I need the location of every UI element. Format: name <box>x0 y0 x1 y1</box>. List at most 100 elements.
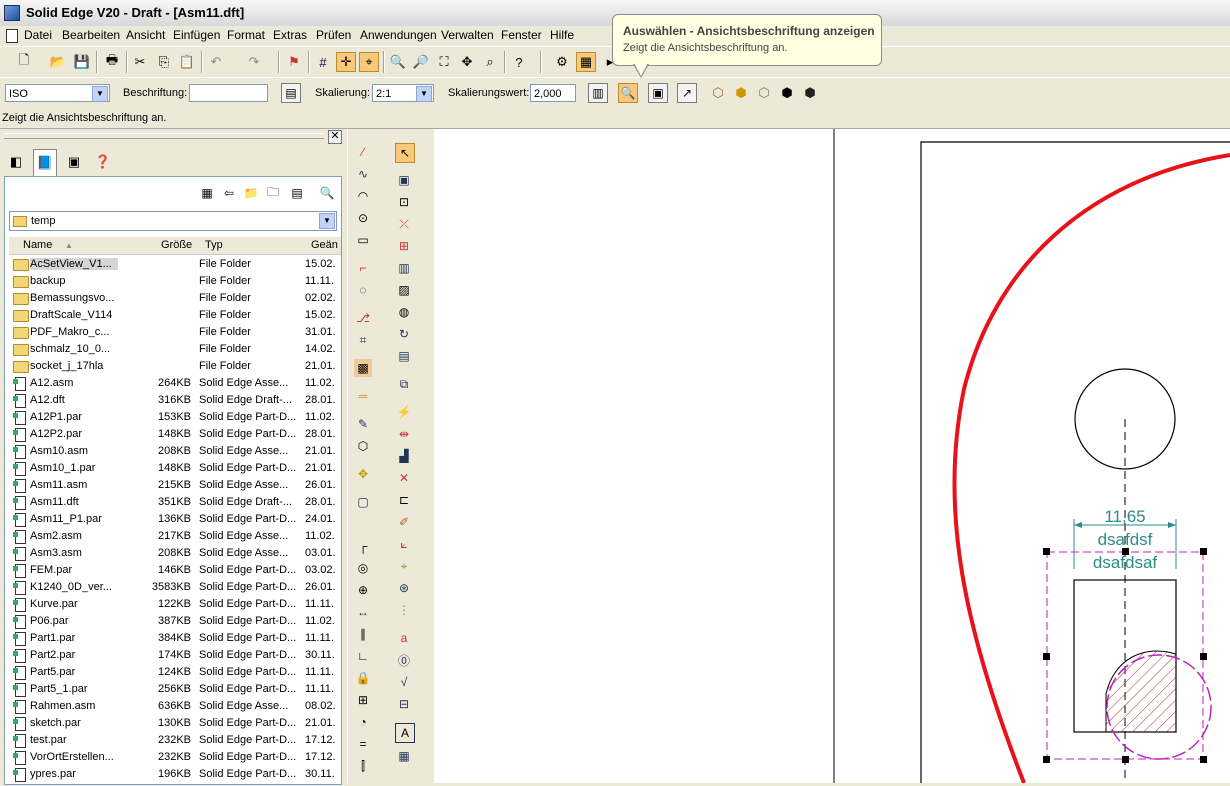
stacked-dimension-icon[interactable]: ▟ <box>395 447 413 465</box>
lock-icon[interactable]: 🔒 <box>354 669 372 687</box>
arc-icon[interactable]: ◠ <box>354 187 372 205</box>
view-wizard-icon[interactable]: ▣ <box>395 171 413 189</box>
list-item[interactable]: Part2.par 174KB Solid Edge Part-D... 30.11. <box>5 647 341 664</box>
list-item[interactable]: K1240_0D_ver... 3583KB Solid Edge Part-D..… <box>5 579 341 596</box>
broken-view-icon[interactable]: ▨ <box>395 281 413 299</box>
pan-icon[interactable]: ✥ <box>457 52 477 72</box>
surface-texture-icon[interactable]: √ <box>395 673 413 691</box>
copy-icon[interactable]: ⎘ <box>154 52 174 72</box>
coordinate-dimension-icon[interactable]: ✕ <box>395 469 413 487</box>
feature-control-icon[interactable]: ⊟ <box>395 695 413 713</box>
zoom-area-icon[interactable]: 🔍 <box>388 52 408 72</box>
corner-icon[interactable]: ┌ <box>354 537 372 555</box>
part-view-icon[interactable]: ⬡ <box>354 437 372 455</box>
flag-icon[interactable]: ⚑ <box>284 52 304 72</box>
zoom-tool-icon[interactable]: ⌕ <box>480 52 500 72</box>
perpendicular-icon[interactable]: ∟ <box>354 647 372 665</box>
list-item[interactable]: Rahmen.asm 636KB Solid Edge Asse... 08.02. <box>5 698 341 715</box>
paste-icon[interactable]: 📋 <box>177 52 197 72</box>
chevron-down-icon[interactable]: ▼ <box>319 213 335 229</box>
concentric-icon[interactable]: ◎ <box>354 559 372 577</box>
list-item[interactable]: VorOrtErstellen... 232KB Solid Edge Part-D… <box>5 749 341 766</box>
chamfer-dimension-icon[interactable]: ⊏ <box>395 491 413 509</box>
view-properties-icon[interactable]: ▥ <box>588 83 608 103</box>
new-icon[interactable]: 🗋 <box>14 52 34 72</box>
list-item[interactable]: Asm11_P1.par 136KB Solid Edge Part-D... 24.… <box>5 511 341 528</box>
retrieve-dimension-icon[interactable]: ✐ <box>395 513 413 531</box>
list-item[interactable]: FEM.par 146KB Solid Edge Part-D... 03.02. <box>5 562 341 579</box>
list-item[interactable]: Asm2.asm 217KB Solid Edge Asse... 11.02. <box>5 528 341 545</box>
symmetric-icon[interactable]: ⫿ <box>354 757 372 775</box>
skalierungswert-input[interactable]: 2,000 <box>530 84 576 102</box>
wireframe-box-icon[interactable]: ⬡ <box>708 83 728 103</box>
beschriftung-input[interactable] <box>189 84 268 102</box>
principal-view-icon[interactable]: ⊡ <box>395 193 413 211</box>
list-item[interactable]: Bemassungsvo... File Folder 02.02. <box>5 290 341 307</box>
document-icon[interactable] <box>6 29 18 43</box>
zoom-icon[interactable]: 🔎 <box>411 52 431 72</box>
fit-icon[interactable]: ⛶ <box>434 52 454 72</box>
menu-einfuegen[interactable]: Einfügen <box>173 28 220 42</box>
update-views-icon[interactable]: ↻ <box>395 325 413 343</box>
relationships-icon[interactable]: ⌖ <box>359 52 379 72</box>
trim-icon[interactable]: ⎇ <box>354 309 372 327</box>
caption-format-icon[interactable]: ▣ <box>648 83 668 103</box>
caption-settings-icon[interactable]: ▤ <box>281 83 301 103</box>
menu-bearbeiten[interactable]: Bearbeiten <box>62 28 120 42</box>
menu-fenster[interactable]: Fenster <box>501 28 542 42</box>
tab-layers-icon[interactable]: ◧ <box>5 151 27 173</box>
back-icon[interactable]: ⇦ <box>219 183 239 203</box>
menu-anwendungen[interactable]: Anwendungen <box>360 28 437 42</box>
new-folder-icon[interactable]: 🗀 <box>263 183 283 203</box>
list-item[interactable]: Part5.par 124KB Solid Edge Part-D... 11.11. <box>5 664 341 681</box>
list-item[interactable]: test.par 232KB Solid Edge Part-D... 17.12. <box>5 732 341 749</box>
red-outline-curve[interactable] <box>952 153 1230 784</box>
text-icon[interactable]: A <box>395 723 415 743</box>
list-item[interactable]: PDF_Makro_c... File Folder 31.01. <box>5 324 341 341</box>
dimension-value[interactable]: 11,65 <box>1104 507 1145 526</box>
close-icon[interactable]: ✕ <box>328 130 342 144</box>
hatched-section[interactable] <box>1105 650 1177 733</box>
dark-box-icon[interactable]: ⬢ <box>800 83 820 103</box>
select-icon[interactable]: ⚙ <box>552 52 572 72</box>
draft-view-icon[interactable]: ▤ <box>395 347 413 365</box>
tab-features-icon[interactable]: ▣ <box>63 151 85 173</box>
show-view-caption-icon[interactable]: 🔍 <box>618 83 638 103</box>
menu-verwalten[interactable]: Verwalten <box>441 28 494 42</box>
whats-this-icon[interactable]: ? <box>509 52 529 72</box>
update-view-icon[interactable]: ↗ <box>677 83 697 103</box>
drawing-canvas[interactable]: 11,65 dsafdsf dsafdsaf <box>434 129 1230 784</box>
fill-icon[interactable]: ▩ <box>354 359 372 377</box>
column-name[interactable]: Name <box>23 239 52 251</box>
menu-pruefen[interactable]: Prüfen <box>316 28 351 42</box>
black-box-icon[interactable]: ⬢ <box>777 83 797 103</box>
annotation-icon[interactable]: ✎ <box>354 415 372 433</box>
tab-help-icon[interactable]: ❓ <box>92 151 114 173</box>
redo-icon[interactable]: ↷ <box>244 52 264 72</box>
parallel-icon[interactable]: ∥ <box>354 625 372 643</box>
list-item[interactable]: Part1.par 384KB Solid Edge Part-D... 11.11. <box>5 630 341 647</box>
rigid-set-icon[interactable]: ⊞ <box>354 691 372 709</box>
save-icon[interactable]: 💾 <box>72 52 92 72</box>
fillet-icon[interactable]: ⌐ <box>354 259 372 277</box>
angle-dimension-icon[interactable]: ⟀ <box>395 535 413 553</box>
column-modified[interactable]: Geän <box>311 239 338 251</box>
centerline-icon[interactable]: ⋮ <box>395 601 413 619</box>
column-size[interactable]: Größe <box>161 239 192 251</box>
views-menu-icon[interactable]: ▤ <box>287 183 307 203</box>
menu-datei[interactable]: Datei <box>24 28 52 42</box>
column-type[interactable]: Typ <box>205 239 223 251</box>
skalierung-select[interactable]: 2:1 ▼ <box>372 84 434 102</box>
list-item[interactable]: Asm11.asm 215KB Solid Edge Asse... 26.01. <box>5 477 341 494</box>
view-caption-line2[interactable]: dsafdsaf <box>1093 553 1158 572</box>
distance-between-icon[interactable]: ⇹ <box>395 425 413 443</box>
menu-ansicht[interactable]: Ansicht <box>126 28 165 42</box>
undo-icon[interactable]: ↶ <box>206 52 226 72</box>
curve-icon[interactable]: ∿ <box>354 165 372 183</box>
list-item[interactable]: A12P1.par 153KB Solid Edge Part-D... 11.02. <box>5 409 341 426</box>
smart-dimension-icon[interactable]: ⚡ <box>395 403 413 421</box>
menu-extras[interactable]: Extras <box>273 28 307 42</box>
list-item[interactable]: Asm11.dft 351KB Solid Edge Draft-... 28.01. <box>5 494 341 511</box>
list-item[interactable]: A12.dft 316KB Solid Edge Draft-... 28.01. <box>5 392 341 409</box>
section-view-icon[interactable]: ▥ <box>395 259 413 277</box>
